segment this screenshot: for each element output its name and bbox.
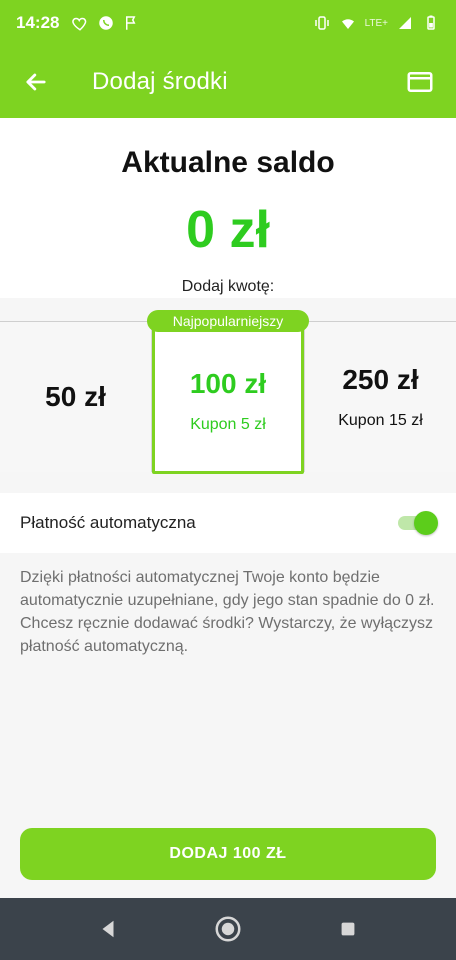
credit-card-icon	[407, 72, 433, 92]
content: Aktualne saldo 0 zł Dodaj kwotę: Najpopu…	[0, 118, 456, 898]
amount-tile-100[interactable]: 100 zł Kupon 5 zł	[152, 328, 304, 474]
nav-back-button[interactable]	[88, 909, 128, 949]
amount-tile-50[interactable]: 50 zł	[0, 322, 152, 472]
heart-icon	[72, 17, 87, 31]
auto-payment-toggle[interactable]	[396, 511, 438, 535]
nav-recents-icon	[341, 922, 355, 936]
nav-home-button[interactable]	[208, 909, 248, 949]
auto-payment-label: Płatność automatyczna	[20, 513, 196, 532]
tile-amount: 250 zł	[342, 364, 419, 395]
status-time: 14:28	[16, 13, 60, 32]
amount-tile-250[interactable]: 250 zł Kupon 15 zł	[304, 322, 456, 472]
page-title: Dodaj środki	[92, 68, 228, 95]
add-funds-button[interactable]: DODAJ 100 ZŁ	[20, 828, 436, 880]
status-right-icons: LTE+	[313, 14, 440, 32]
balance-title: Aktualne saldo	[121, 146, 335, 179]
arrow-left-icon	[26, 73, 46, 91]
battery-icon	[427, 15, 435, 30]
add-amount-label: Dodaj kwotę:	[181, 278, 275, 295]
system-nav-bar	[0, 898, 456, 960]
tile-amount: 50 zł	[45, 381, 106, 412]
status-left-icons	[71, 14, 141, 32]
vibrate-icon	[314, 16, 329, 30]
tile-coupon: Kupon 5 zł	[190, 416, 266, 433]
status-bar: 14:28 LTE+	[0, 0, 456, 46]
amount-tiles: 50 zł 100 zł Kupon 5 zł 250 zł Kupon 15 …	[0, 321, 456, 474]
tile-amount: 100 zł	[189, 368, 267, 399]
app-bar: Dodaj środki	[0, 46, 456, 118]
nav-back-icon	[102, 920, 114, 938]
balance-value: 0 zł	[186, 201, 270, 259]
toggle-thumb	[414, 511, 438, 535]
popular-badge: Najpopularniejszy	[147, 310, 309, 332]
whatsapp-icon	[99, 16, 114, 30]
nav-home-icon	[215, 916, 241, 942]
network-label: LTE+	[364, 17, 388, 29]
card-button[interactable]	[400, 62, 440, 102]
nav-recents-button[interactable]	[328, 909, 368, 949]
tile-coupon: Kupon 15 zł	[338, 412, 423, 429]
wifi-icon	[341, 19, 354, 29]
auto-payment-row: Płatność automatyczna	[0, 493, 456, 553]
flag-icon	[126, 16, 136, 30]
back-button[interactable]	[16, 62, 56, 102]
auto-payment-info: Dzięki płatności automatycznej Twoje kon…	[20, 569, 435, 655]
lte-signal-icon	[399, 17, 411, 29]
